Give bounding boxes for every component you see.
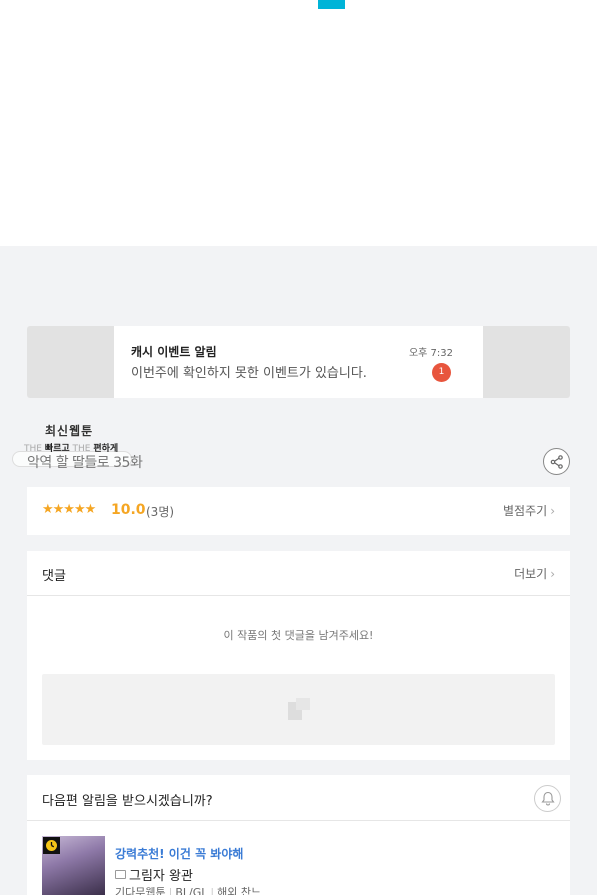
rate-button[interactable]: 별점주기 ›	[503, 502, 555, 519]
logo-slogan: THE 빠르고 THE 편하게	[24, 441, 134, 454]
share-button[interactable]	[543, 448, 570, 475]
rating-stars: ★★★★★	[42, 502, 96, 517]
logo-word-1: 빠르고	[44, 444, 70, 454]
rating-count: (3명)	[146, 505, 175, 519]
logo-title: 최신웹툰	[45, 424, 94, 438]
recommendation-category: BL/GL	[175, 886, 208, 895]
share-icon	[550, 454, 563, 469]
notification-badge: 1	[432, 363, 451, 382]
comment-write-icon	[288, 698, 310, 720]
ad-area	[0, 0, 597, 246]
notify-button[interactable]	[534, 785, 561, 812]
logo-the-1: THE	[24, 444, 42, 454]
event-banner[interactable]: 캐시 이벤트 알림 오후 7:32 이번주에 확인하지 못한 이벤트가 있습니다…	[27, 326, 570, 398]
next-episode-section: 다음편 알림을 받으시겠습니까? 강력추천! 이건 꼭 봐야해 그림자 왕관 기…	[27, 775, 570, 895]
wait-free-badge	[43, 837, 60, 854]
comment-title: 댓글	[42, 569, 66, 584]
clock-icon	[46, 840, 57, 851]
book-icon	[115, 870, 126, 879]
rating-card: ★★★★★ 10.0 (3명) 별점주기 ›	[27, 487, 570, 535]
top-marker	[318, 0, 345, 9]
rate-button-label: 별점주기	[503, 504, 548, 518]
chevron-right-icon: ›	[550, 504, 555, 518]
recommendation-title[interactable]: 그림자 왕관	[115, 865, 193, 884]
episode-title: 악역 할 딸들로 35화	[27, 455, 143, 471]
chevron-right-icon: ›	[550, 567, 555, 581]
notification-card[interactable]: 캐시 이벤트 알림 오후 7:32 이번주에 확인하지 못한 이벤트가 있습니다…	[114, 326, 483, 398]
next-episode-prompt: 다음편 알림을 받으시겠습니까?	[42, 794, 213, 809]
notification-time: 오후 7:32	[408, 348, 453, 359]
rating-score: 10.0	[111, 502, 146, 518]
recommendation-origin: 해외 찬느	[217, 886, 262, 895]
recommendation-meta: 기다무웹툰 | BL/GL | 해외 찬느	[115, 884, 261, 895]
notification-message: 이번주에 확인하지 못한 이벤트가 있습니다.	[131, 366, 367, 381]
recommendation-headline[interactable]: 강력추천! 이건 꼭 봐야해	[115, 845, 243, 862]
comment-section: 댓글 더보기 › 이 작품의 첫 댓글을 남겨주세요!	[27, 551, 570, 760]
comment-header: 댓글 더보기 ›	[27, 551, 570, 596]
next-episode-header: 다음편 알림을 받으시겠습니까?	[27, 775, 570, 821]
recommendation-thumbnail[interactable]	[42, 836, 105, 895]
logo-the-2: THE	[72, 444, 91, 454]
more-label: 더보기	[514, 567, 548, 581]
bell-icon	[540, 791, 555, 806]
comment-input[interactable]	[42, 674, 555, 745]
notification-title: 캐시 이벤트 알림	[131, 345, 217, 359]
comment-empty-message: 이 작품의 첫 댓글을 남겨주세요!	[223, 629, 374, 642]
comment-more-button[interactable]: 더보기 ›	[514, 565, 555, 582]
recommendation-genre: 기다무웹툰	[115, 886, 166, 895]
site-logo[interactable]: 최신웹툰 THE 빠르고 THE 편하게	[24, 422, 134, 454]
logo-word-2: 편하게	[93, 444, 119, 454]
recommendation-name: 그림자 왕관	[129, 869, 193, 884]
